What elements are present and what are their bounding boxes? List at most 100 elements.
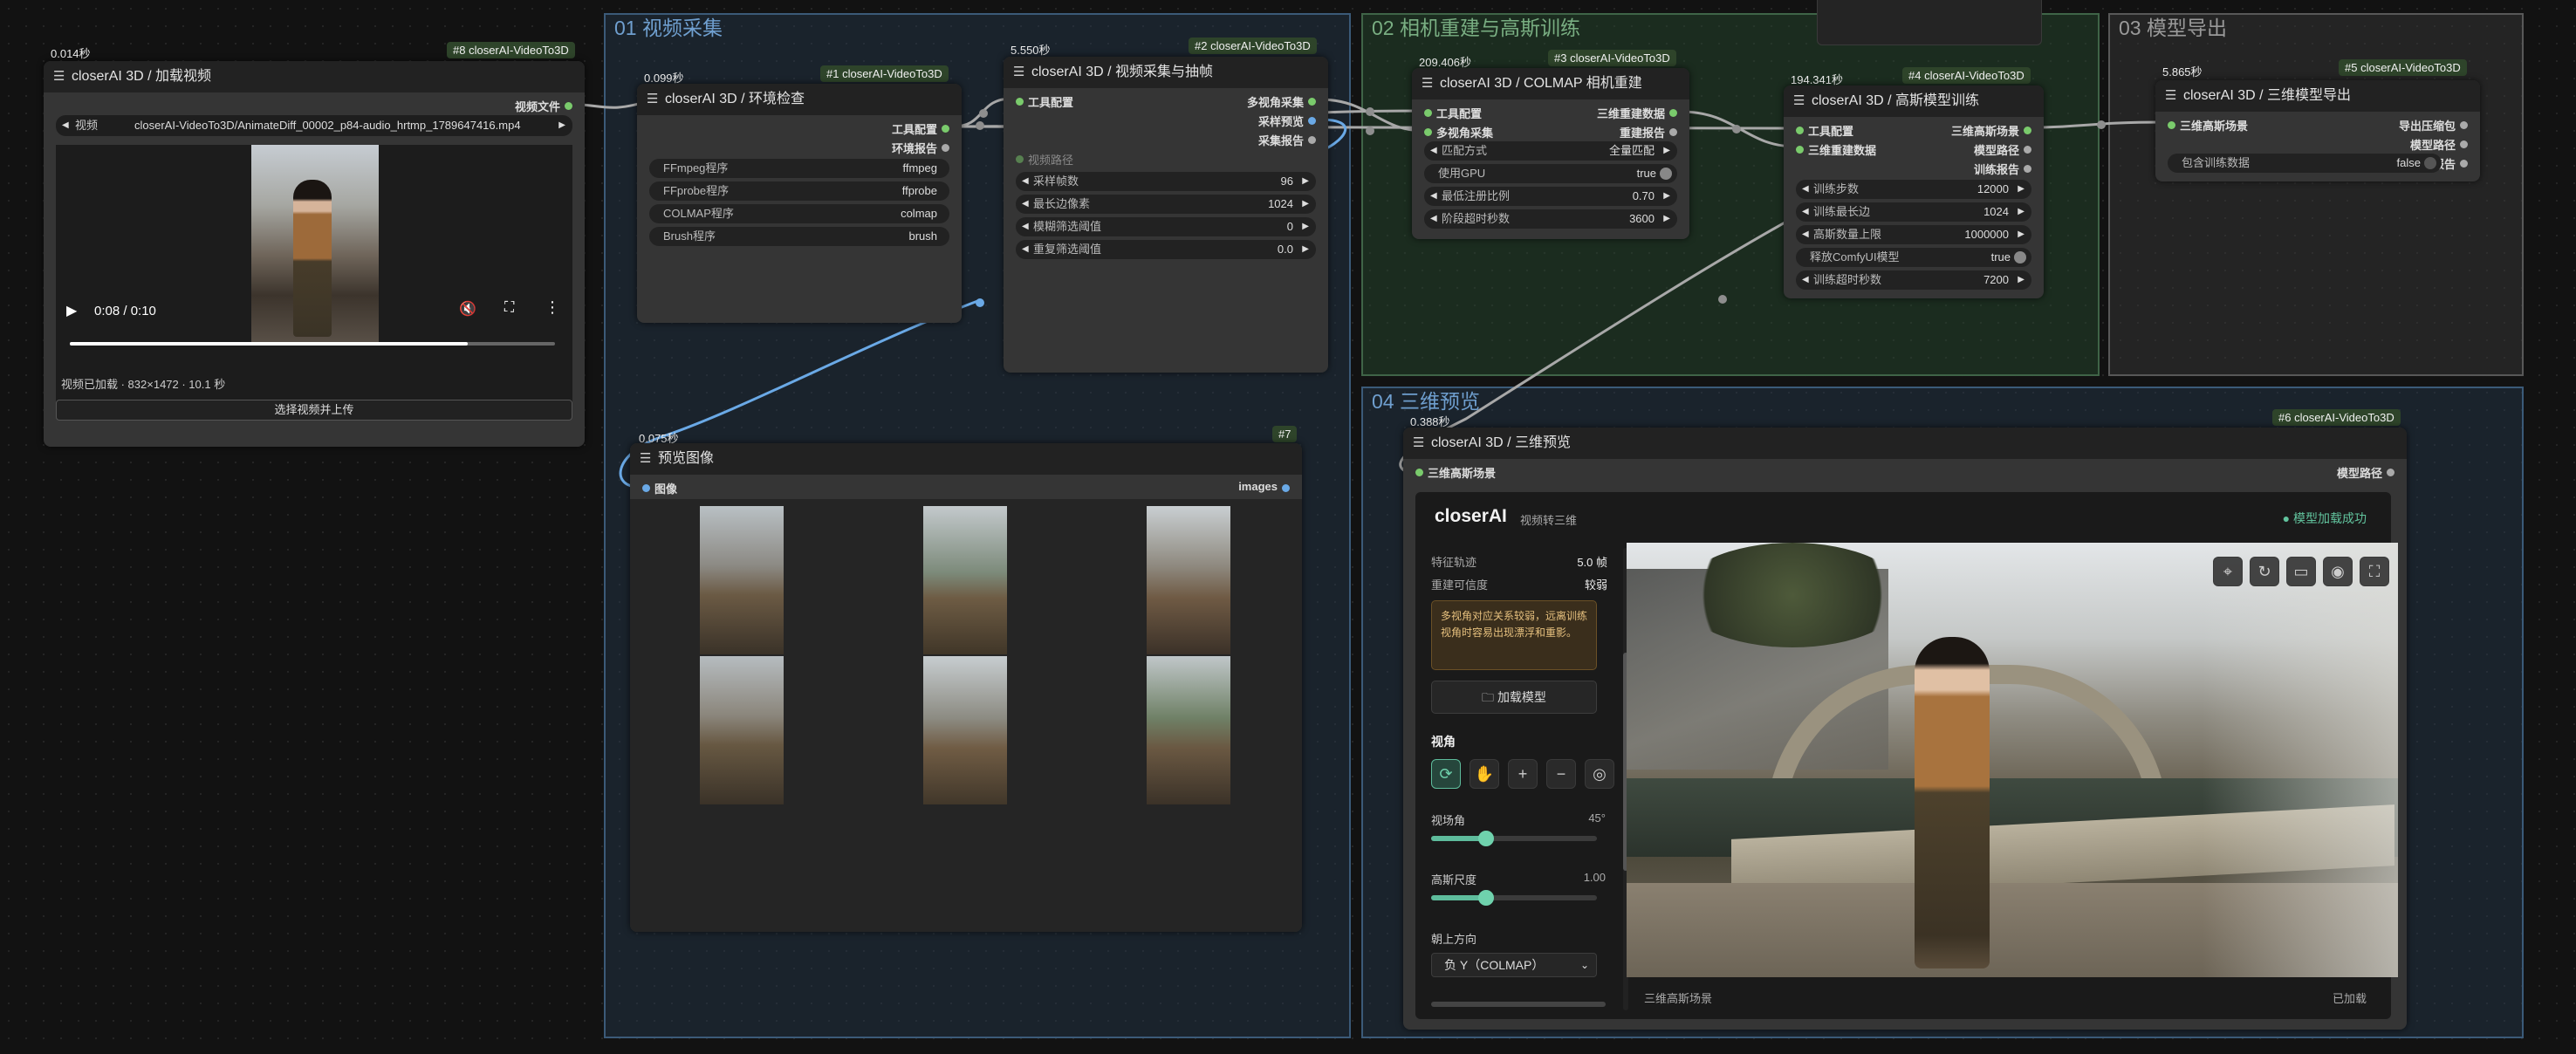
preview-thumb[interactable] bbox=[923, 656, 1007, 804]
input-multiview[interactable]: 多视角采集 bbox=[1424, 124, 1493, 140]
input-tool-config[interactable]: 工具配置 bbox=[1796, 122, 1853, 139]
output-multiview[interactable]: 多视角采集 bbox=[1247, 93, 1316, 110]
output-gauss-scene[interactable]: 三维高斯场景 bbox=[1951, 122, 2031, 139]
setting-brush[interactable]: Brush程序 brush bbox=[649, 227, 949, 246]
input-recon-data[interactable]: 三维重建数据 bbox=[1796, 141, 1876, 158]
output-model-path[interactable]: 模型路径 bbox=[1974, 141, 2031, 158]
port-dot[interactable] bbox=[942, 125, 949, 133]
node-header[interactable]: ☰ closerAI 3D / 高斯模型训练 bbox=[1784, 86, 2044, 117]
arrow-left-icon[interactable]: ◀ bbox=[1430, 141, 1437, 161]
toggle-knob[interactable] bbox=[2014, 251, 2026, 264]
param-max-edge[interactable]: ◀ 最长边像素 1024 ▶ bbox=[1016, 195, 1316, 214]
gauss-scale-slider[interactable] bbox=[1431, 890, 1597, 906]
port-dot[interactable] bbox=[1308, 136, 1316, 144]
reset-view-icon[interactable]: ↻ bbox=[2250, 557, 2279, 586]
fov-slider[interactable] bbox=[1431, 831, 1597, 846]
record-video-icon[interactable]: ▭ bbox=[2286, 557, 2316, 586]
output-model-path[interactable]: 模型路径 bbox=[2337, 464, 2394, 481]
input-tool-config[interactable]: 工具配置 bbox=[1016, 93, 1073, 110]
arrow-right-icon[interactable]: ▶ bbox=[1663, 141, 1670, 161]
setting-ffmpeg[interactable]: FFmpeg程序 ffmpeg bbox=[649, 159, 949, 178]
arrow-right-icon[interactable]: ▶ bbox=[1663, 209, 1670, 229]
toggle-knob[interactable] bbox=[1660, 168, 1672, 180]
menu-icon[interactable]: ☰ bbox=[640, 443, 651, 475]
arrow-left-icon[interactable]: ◀ bbox=[62, 115, 69, 136]
port-dot[interactable] bbox=[2024, 127, 2031, 134]
pan-hand-icon[interactable]: ✋ bbox=[1470, 759, 1499, 789]
node-model-export[interactable]: ☰ closerAI 3D / 三维模型导出 三维高斯场景 导出压缩包 模型路径 … bbox=[2155, 80, 2480, 181]
input-video-path[interactable]: 视频路径 bbox=[1016, 151, 1073, 168]
node-gaussian-training[interactable]: ☰ closerAI 3D / 高斯模型训练 工具配置 三维重建数据 三维高斯场景… bbox=[1784, 86, 2044, 298]
port-dot[interactable] bbox=[1796, 127, 1804, 134]
node-capture-extract[interactable]: ☰ closerAI 3D / 视频采集与抽帧 工具配置 多视角采集 采样预览 采… bbox=[1004, 57, 1328, 373]
param-train-timeout[interactable]: ◀ 训练超时秒数 7200 ▶ bbox=[1796, 270, 2031, 290]
output-video-file[interactable]: 视频文件 bbox=[515, 98, 572, 114]
arrow-left-icon[interactable]: ◀ bbox=[1022, 195, 1029, 214]
camera-icon[interactable]: ◉ bbox=[2323, 557, 2353, 586]
more-icon[interactable]: ⋮ bbox=[545, 298, 560, 317]
node-header[interactable]: ☰ closerAI 3D / 环境检查 bbox=[637, 84, 962, 115]
toggle-release-models[interactable]: 释放ComfyUI模型 true bbox=[1796, 248, 2031, 267]
up-direction-select[interactable]: 负 Y（COLMAP） ⌄ bbox=[1431, 953, 1597, 977]
port-dot[interactable] bbox=[2168, 121, 2175, 129]
arrow-right-icon[interactable]: ▶ bbox=[2018, 202, 2024, 222]
preview-thumb[interactable] bbox=[700, 506, 784, 654]
arrow-right-icon[interactable]: ▶ bbox=[2018, 225, 2024, 244]
arrow-left-icon[interactable]: ◀ bbox=[1022, 240, 1029, 259]
arrow-left-icon[interactable]: ◀ bbox=[1802, 225, 1809, 244]
mute-icon[interactable]: 🔇 bbox=[459, 300, 476, 318]
setting-ffprobe[interactable]: FFprobe程序 ffprobe bbox=[649, 181, 949, 201]
port-dot[interactable] bbox=[1424, 128, 1432, 136]
port-dot[interactable] bbox=[1424, 109, 1432, 117]
input-gauss-scene[interactable]: 三维高斯场景 bbox=[1415, 464, 1496, 481]
toggle-include-train-data[interactable]: 包含训练数据 false bbox=[2168, 154, 2442, 173]
output-export-zip[interactable]: 导出压缩包 bbox=[2399, 117, 2468, 133]
load-model-button[interactable]: 🗀 加载模型 bbox=[1431, 681, 1597, 714]
param-gauss-max[interactable]: ◀ 高斯数量上限 1000000 ▶ bbox=[1796, 225, 2031, 244]
preview-thumb[interactable] bbox=[700, 656, 784, 804]
toggle-knob[interactable] bbox=[2424, 157, 2436, 169]
arrow-right-icon[interactable]: ▶ bbox=[1663, 187, 1670, 206]
menu-icon[interactable]: ☰ bbox=[1413, 428, 1424, 459]
fullscreen-icon[interactable]: ⛶ bbox=[504, 300, 514, 316]
output-recon-data[interactable]: 三维重建数据 bbox=[1597, 105, 1677, 121]
output-tool-config[interactable]: 工具配置 bbox=[892, 120, 949, 137]
node-header[interactable]: ☰ closerAI 3D / 视频采集与抽帧 bbox=[1004, 57, 1328, 88]
arrow-left-icon[interactable]: ◀ bbox=[1430, 187, 1437, 206]
arrow-right-icon[interactable]: ▶ bbox=[1302, 217, 1309, 236]
param-match-method[interactable]: ◀ 匹配方式 全量匹配 ▶ bbox=[1424, 141, 1677, 161]
port-dot[interactable] bbox=[1308, 117, 1316, 125]
port-dot[interactable] bbox=[942, 144, 949, 152]
input-tool-config[interactable]: 工具配置 bbox=[1424, 105, 1482, 121]
zoom-out-icon[interactable]: − bbox=[1546, 759, 1576, 789]
port-dot[interactable] bbox=[565, 102, 572, 110]
arrow-left-icon[interactable]: ◀ bbox=[1430, 209, 1437, 229]
video-combo[interactable]: ◀ 视频 closerAI-VideoTo3D/AnimateDiff_0000… bbox=[56, 115, 572, 136]
port-dot[interactable] bbox=[2460, 160, 2468, 168]
setting-colmap[interactable]: COLMAP程序 colmap bbox=[649, 204, 949, 223]
preview-grid[interactable] bbox=[630, 499, 1302, 932]
arrow-left-icon[interactable]: ◀ bbox=[1802, 180, 1809, 199]
node-header[interactable]: ☰ closerAI 3D / 三维预览 bbox=[1403, 428, 2407, 459]
menu-icon[interactable]: ☰ bbox=[53, 61, 65, 92]
output-images[interactable]: images bbox=[1238, 480, 1290, 493]
rotate-icon[interactable]: ⟳ bbox=[1431, 759, 1461, 789]
port-dot[interactable] bbox=[2387, 469, 2394, 476]
param-blur-threshold[interactable]: ◀ 模糊筛选阈值 0 ▶ bbox=[1016, 217, 1316, 236]
arrow-left-icon[interactable]: ◀ bbox=[1022, 217, 1029, 236]
preview-thumb[interactable] bbox=[1147, 506, 1230, 654]
node-colmap[interactable]: ☰ closerAI 3D / COLMAP 相机重建 工具配置 多视角采集 三维… bbox=[1412, 68, 1689, 239]
focus-icon[interactable]: ⌖ bbox=[2213, 557, 2243, 586]
node-env-check[interactable]: ☰ closerAI 3D / 环境检查 工具配置 环境报告 FFmpeg程序 ff… bbox=[637, 84, 962, 323]
output-env-report[interactable]: 环境报告 bbox=[892, 140, 949, 156]
param-min-register-ratio[interactable]: ◀ 最低注册比例 0.70 ▶ bbox=[1424, 187, 1677, 206]
port-dot[interactable] bbox=[1016, 155, 1024, 163]
port-dot[interactable] bbox=[1796, 146, 1804, 154]
output-recon-report[interactable]: 重建报告 bbox=[1620, 124, 1677, 140]
menu-icon[interactable]: ☰ bbox=[1422, 68, 1433, 99]
menu-icon[interactable]: ☰ bbox=[2165, 80, 2176, 112]
arrow-right-icon[interactable]: ▶ bbox=[2018, 270, 2024, 290]
arrow-right-icon[interactable]: ▶ bbox=[558, 115, 565, 136]
arrow-left-icon[interactable]: ◀ bbox=[1022, 172, 1029, 191]
param-stage-timeout[interactable]: ◀ 阶段超时秒数 3600 ▶ bbox=[1424, 209, 1677, 229]
